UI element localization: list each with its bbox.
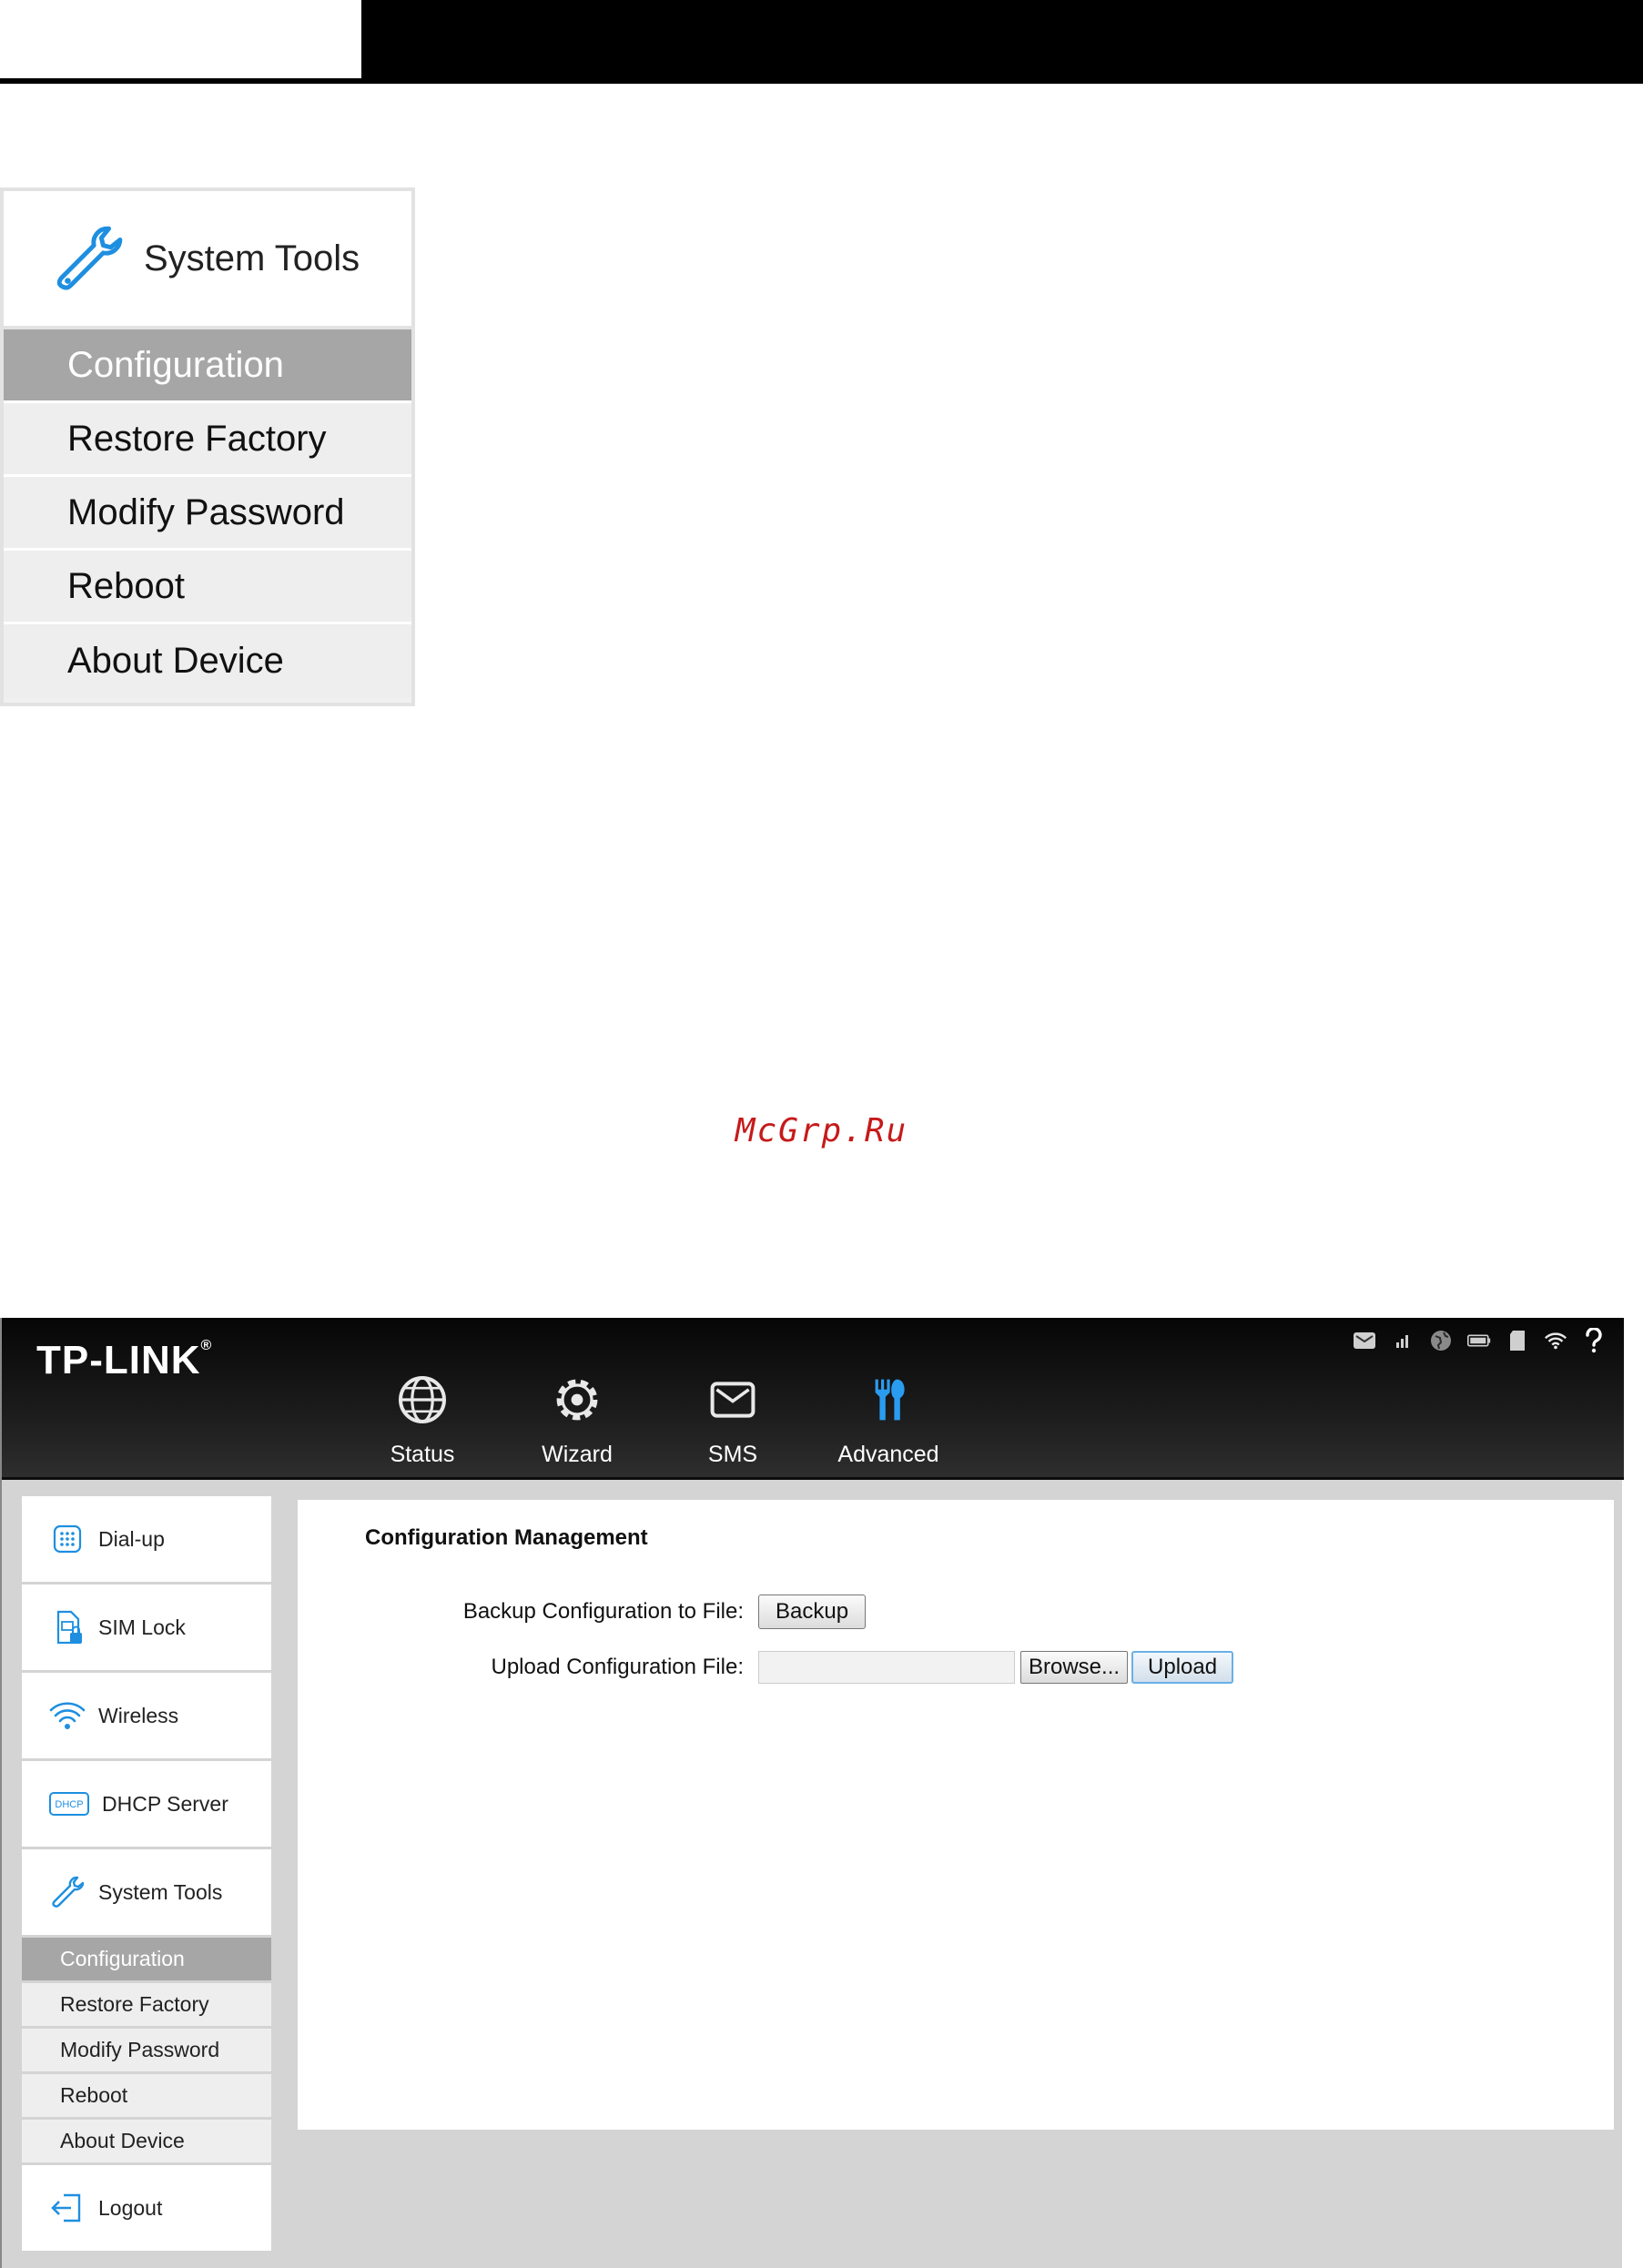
nav-advanced[interactable]: Advanced [825, 1371, 952, 1468]
zoom-menu-item-restore-factory[interactable]: Restore Factory [4, 403, 411, 477]
nav-advanced-label: Advanced [837, 1442, 939, 1467]
upload-button[interactable]: Upload [1131, 1651, 1234, 1684]
sidebar: Dial-up SIM Lock Wireless DHCP DHCP Serv… [22, 1496, 271, 2253]
sidebar-item-sim-lock[interactable]: SIM Lock [22, 1585, 271, 1670]
tools-icon [875, 1379, 905, 1421]
status-icons [1353, 1328, 1606, 1353]
page: System Tools Configuration Restore Facto… [0, 0, 1643, 2268]
zoom-menu-header[interactable]: System Tools [4, 191, 411, 329]
sidebar-sub-restore-factory[interactable]: Restore Factory [22, 1983, 271, 2026]
nav-wizard[interactable]: Wizard [513, 1371, 641, 1468]
sidebar-item-logout[interactable]: Logout [22, 2165, 271, 2251]
backup-label: Backup Configuration to File: [462, 1599, 744, 1624]
wifi-icon [1544, 1329, 1567, 1352]
tp-link-logo: TP-LINK® [36, 1338, 212, 1383]
upload-row: Upload Configuration File: Browse... Upl… [298, 1651, 1234, 1684]
envelope-icon [710, 1382, 756, 1418]
top-rule [0, 78, 361, 84]
sd-card-icon [1506, 1329, 1529, 1352]
wrench-icon [56, 226, 123, 290]
header: TP-LINK® Status Wizard SMS Advanced [2, 1318, 1624, 1480]
sidebar-item-wireless[interactable]: Wireless [22, 1673, 271, 1758]
zoom-menu-item-configuration[interactable]: Configuration [4, 329, 411, 403]
zoom-menu-item-about-device[interactable]: About Device [4, 624, 411, 698]
nav-status[interactable]: Status [359, 1371, 486, 1468]
nav-sms-label: SMS [707, 1442, 758, 1467]
page-title: Configuration Management [365, 1525, 648, 1550]
sidebar-item-system-tools[interactable]: System Tools [22, 1849, 271, 1935]
upload-file-input[interactable] [758, 1651, 1015, 1684]
sidebar-item-label: SIM Lock [98, 1615, 186, 1639]
main-content: Configuration Management Backup Configur… [298, 1500, 1614, 2130]
logout-icon [49, 2190, 86, 2226]
watermark: McGrp.Ru [735, 1112, 908, 1149]
sidebar-sub-reboot[interactable]: Reboot [22, 2074, 271, 2117]
battery-icon [1467, 1329, 1491, 1352]
dialpad-icon [49, 1521, 86, 1557]
wrench-icon [49, 1874, 86, 1910]
top-black-bar [361, 0, 1643, 84]
sidebar-sub-configuration[interactable]: Configuration [22, 1938, 271, 1980]
signal-icon [1391, 1329, 1415, 1352]
zoomed-system-tools-menu: System Tools Configuration Restore Facto… [0, 187, 415, 706]
globe-icon [399, 1376, 446, 1423]
logo-registered-mark: ® [200, 1338, 213, 1353]
logo-text: TP-LINK [36, 1338, 201, 1382]
sidebar-sub-about-device[interactable]: About Device [22, 2120, 271, 2162]
router-web-ui: TP-LINK® Status Wizard SMS Advanced Dial… [0, 1318, 1624, 2268]
sidebar-item-label: System Tools [98, 1879, 223, 1904]
sidebar-item-dhcp-server[interactable]: DHCP DHCP Server [22, 1761, 271, 1847]
backup-button[interactable]: Backup [758, 1595, 867, 1629]
sidebar-sub-modify-password[interactable]: Modify Password [22, 2029, 271, 2071]
nav-status-label: Status [390, 1442, 455, 1467]
zoom-menu-header-label: System Tools [144, 238, 360, 278]
mail-icon[interactable] [1353, 1329, 1376, 1352]
sim-lock-icon [49, 1609, 86, 1645]
wifi-icon [49, 1697, 86, 1734]
sidebar-item-dial-up[interactable]: Dial-up [22, 1496, 271, 1582]
sidebar-item-label: Dial-up [98, 1526, 165, 1551]
nav-sms[interactable]: SMS [669, 1371, 796, 1468]
browse-button[interactable]: Browse... [1020, 1651, 1129, 1684]
sidebar-item-label: Wireless [98, 1703, 179, 1727]
sidebar-item-label: Logout [98, 2195, 163, 2220]
upload-label: Upload Configuration File: [491, 1655, 745, 1679]
zoom-menu-item-reboot[interactable]: Reboot [4, 551, 411, 624]
backup-row: Backup Configuration to File: Backup [298, 1595, 867, 1629]
gear-icon [556, 1379, 598, 1421]
help-icon[interactable] [1582, 1328, 1606, 1353]
nav-wizard-label: Wizard [542, 1442, 613, 1467]
zoom-menu-item-modify-password[interactable]: Modify Password [4, 477, 411, 551]
dhcp-badge-text: DHCP [55, 1799, 83, 1810]
internet-icon [1429, 1329, 1453, 1352]
sidebar-item-label: DHCP Server [102, 1791, 228, 1816]
dhcp-icon: DHCP [49, 1786, 89, 1822]
